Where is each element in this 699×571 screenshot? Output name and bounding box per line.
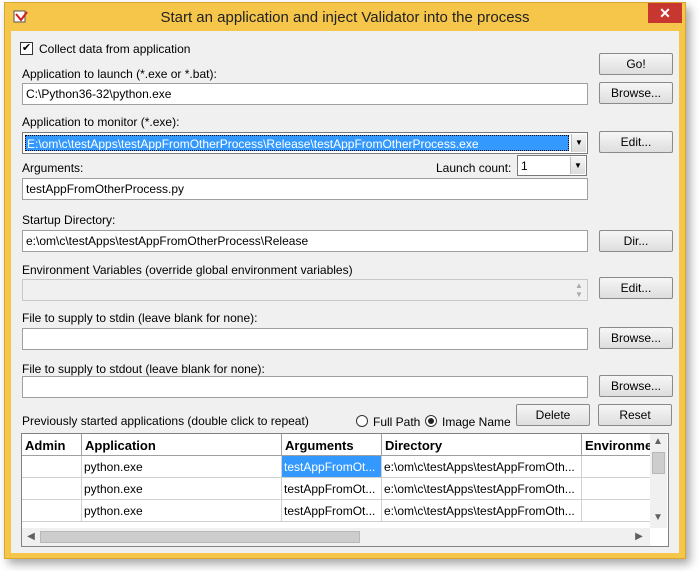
env-vars-input[interactable]: [22, 279, 588, 301]
monitor-combobox-value: E:\om\c\testApps\testAppFromOtherProcess…: [25, 135, 569, 151]
column-header-directory[interactable]: Directory: [382, 434, 582, 456]
arguments-input[interactable]: testAppFromOtherProcess.py: [22, 178, 588, 200]
horizontal-scroll-thumb[interactable]: [40, 531, 360, 543]
previous-apps-grid[interactable]: Admin Application Arguments Directory En…: [21, 433, 669, 547]
table-cell-arguments[interactable]: testAppFromOt...: [282, 478, 382, 500]
stdin-label: File to supply to stdin (leave blank for…: [22, 311, 258, 325]
previous-apps-label: Previously started applications (double …: [22, 414, 309, 428]
horizontal-scrollbar[interactable]: ◀ ▶: [22, 528, 650, 546]
table-cell-arguments[interactable]: testAppFromOt...: [282, 456, 382, 478]
table-cell-environment[interactable]: [582, 456, 650, 478]
go-button[interactable]: Go!: [599, 53, 673, 75]
launch-label: Application to launch (*.exe or *.bat):: [22, 67, 217, 81]
edit-monitor-button[interactable]: Edit...: [599, 131, 673, 153]
collect-data-label: Collect data from application: [39, 42, 191, 56]
column-header-arguments[interactable]: Arguments: [282, 434, 382, 456]
column-header-environment[interactable]: Environment: [582, 434, 650, 456]
browse-stdin-button[interactable]: Browse...: [599, 327, 673, 349]
column-header-admin[interactable]: Admin: [22, 434, 82, 456]
stdout-label: File to supply to stdout (leave blank fo…: [22, 362, 265, 376]
table-cell-arguments[interactable]: testAppFromOt...: [282, 500, 382, 522]
table-cell-directory[interactable]: e:\om\c\testApps\testAppFromOth...: [382, 456, 582, 478]
monitor-combobox[interactable]: E:\om\c\testApps\testAppFromOtherProcess…: [22, 132, 588, 154]
monitor-label: Application to monitor (*.exe):: [22, 115, 180, 129]
full-path-radio[interactable]: [356, 415, 368, 427]
window-title: Start an application and inject Validato…: [160, 9, 530, 26]
image-name-radio[interactable]: [425, 415, 437, 427]
dir-button[interactable]: Dir...: [599, 230, 673, 252]
table-cell-application[interactable]: python.exe: [82, 500, 282, 522]
image-name-label: Image Name: [442, 415, 511, 429]
full-path-label: Full Path: [373, 415, 421, 429]
startup-directory-input[interactable]: e:\om\c\testApps\testAppFromOtherProcess…: [22, 230, 588, 252]
stdin-input[interactable]: [22, 328, 588, 350]
scroll-right-icon[interactable]: ▶: [632, 531, 646, 542]
vertical-scrollbar[interactable]: ▲ ▼: [650, 434, 667, 528]
scroll-up-icon[interactable]: ▲: [651, 436, 665, 447]
launch-count-value: 1: [521, 159, 528, 173]
dialog-window: Start an application and inject Validato…: [4, 2, 686, 559]
scroll-down-icon[interactable]: ▼: [651, 512, 665, 523]
delete-button[interactable]: Delete: [516, 404, 590, 426]
scroll-left-icon[interactable]: ◀: [24, 531, 38, 542]
chevron-down-icon[interactable]: ▼: [571, 134, 586, 152]
launch-count-combobox[interactable]: 1 ▼: [517, 155, 587, 176]
reset-button[interactable]: Reset: [598, 404, 672, 426]
browse-launch-button[interactable]: Browse...: [599, 82, 673, 104]
collect-data-checkbox[interactable]: ✔: [20, 42, 33, 55]
edit-env-button[interactable]: Edit...: [599, 277, 673, 299]
dialog-client-area: ✔ Collect data from application Go! Appl…: [11, 31, 679, 553]
env-vars-label: Environment Variables (override global e…: [22, 263, 353, 277]
column-header-application[interactable]: Application: [82, 434, 282, 456]
table-cell-environment[interactable]: [582, 478, 650, 500]
vertical-scroll-thumb[interactable]: [652, 452, 665, 474]
arguments-label: Arguments:: [22, 161, 84, 175]
chevron-down-icon[interactable]: ▼: [570, 157, 585, 174]
table-cell-application[interactable]: python.exe: [82, 478, 282, 500]
table-cell-admin[interactable]: [22, 456, 82, 478]
table-cell-environment[interactable]: [582, 500, 650, 522]
grid-body: Admin Application Arguments Directory En…: [22, 434, 650, 528]
table-cell-admin[interactable]: [22, 500, 82, 522]
close-button[interactable]: ✕: [648, 3, 682, 23]
table-cell-directory[interactable]: e:\om\c\testApps\testAppFromOth...: [382, 500, 582, 522]
browse-stdout-button[interactable]: Browse...: [599, 375, 673, 397]
table-cell-admin[interactable]: [22, 478, 82, 500]
stdout-input[interactable]: [22, 376, 588, 398]
table-cell-application[interactable]: python.exe: [82, 456, 282, 478]
table-cell-directory[interactable]: e:\om\c\testApps\testAppFromOth...: [382, 478, 582, 500]
launch-count-label: Launch count:: [436, 161, 512, 175]
spin-arrows-icon: ▲ ▼: [575, 281, 583, 299]
title-bar[interactable]: Start an application and inject Validato…: [5, 3, 685, 31]
startup-directory-label: Startup Directory:: [22, 213, 116, 227]
launch-input[interactable]: C:\Python36-32\python.exe: [22, 83, 588, 105]
